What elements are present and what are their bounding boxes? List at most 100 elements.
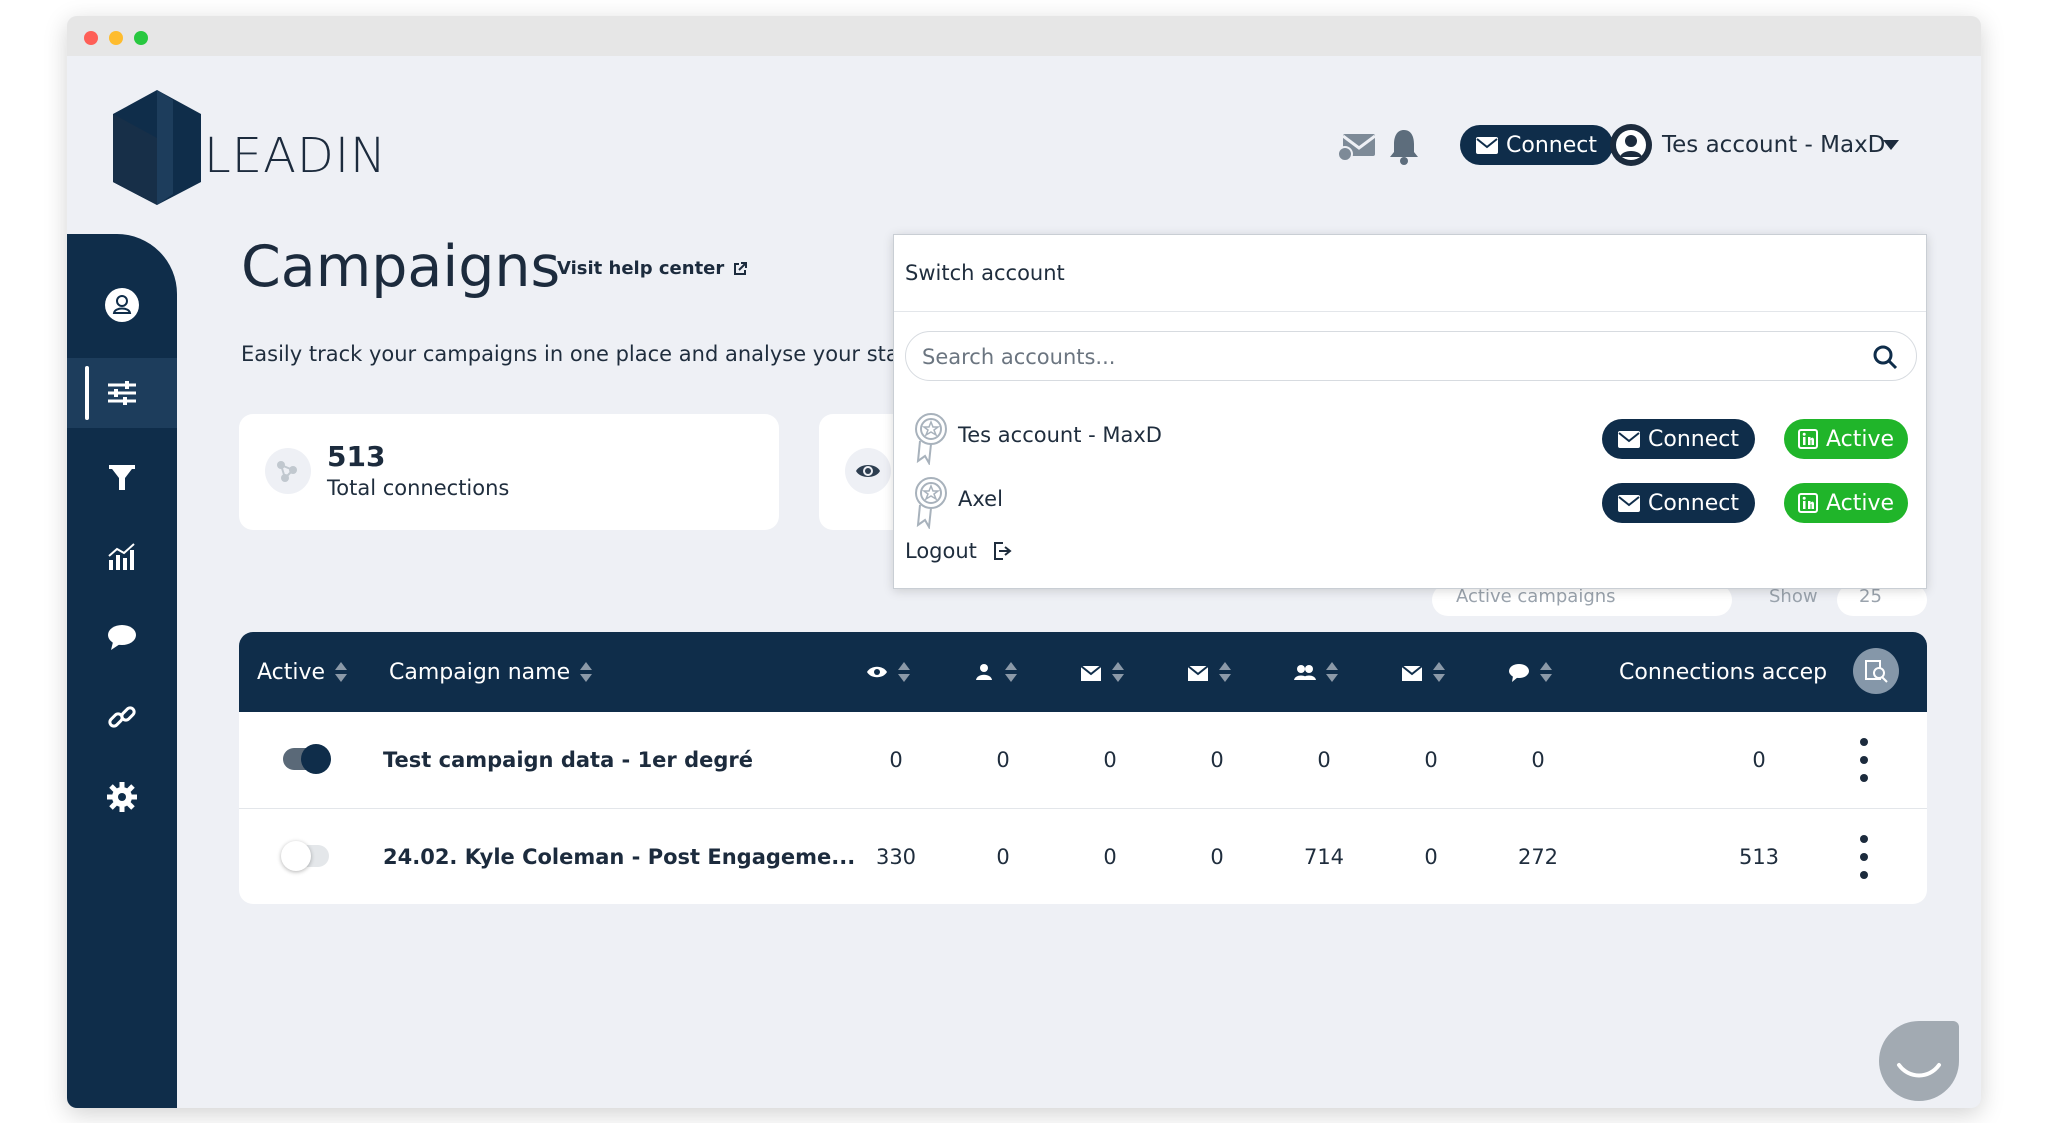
close-window-button[interactable]	[84, 31, 98, 45]
views-value: 0	[889, 748, 903, 772]
sort-icon	[898, 662, 910, 682]
account-search-input[interactable]	[920, 340, 1824, 374]
window-titlebar	[67, 16, 1981, 56]
envelope-icon	[1476, 136, 1498, 154]
maximize-window-button[interactable]	[134, 31, 148, 45]
linkedin-icon	[1798, 429, 1818, 449]
campaign-active-toggle[interactable]	[281, 841, 329, 871]
help-center-label: Visit help center	[557, 258, 725, 279]
dropdown-title: Switch account	[905, 261, 1065, 285]
sidebar-item-stats[interactable]	[67, 522, 177, 592]
stat-card-connections: 513 Total connections	[239, 414, 779, 530]
account-menu-trigger[interactable]: Tes account - MaxD	[1610, 124, 1885, 166]
sort-icon	[1433, 662, 1445, 682]
col-replies[interactable]	[1401, 632, 1445, 712]
sort-icon	[1005, 662, 1017, 682]
col-invites[interactable]	[973, 632, 1017, 712]
award-badge-icon	[915, 477, 947, 529]
invites-value: 0	[996, 845, 1010, 869]
campaign-filter-label: Active campaigns	[1456, 586, 1616, 607]
network-icon	[265, 448, 311, 494]
col-views[interactable]	[866, 632, 910, 712]
sidebar-item-links[interactable]	[67, 682, 177, 752]
col-messages-opened[interactable]	[1187, 632, 1231, 712]
handshake-icon	[976, 664, 992, 680]
logout-button[interactable]: Logout	[905, 539, 1013, 563]
logout-label: Logout	[905, 539, 977, 563]
table-row[interactable]: Test campaign data - 1er degré 0 0 0 0 0…	[239, 712, 1927, 808]
mail-connect-icon[interactable]	[1337, 130, 1377, 162]
header-connect-button[interactable]: Connect	[1460, 125, 1613, 165]
chevron-down-icon[interactable]	[1883, 140, 1899, 150]
sort-icon	[1540, 662, 1552, 682]
sort-icon	[580, 662, 593, 682]
account-active-button[interactable]: Active	[1784, 483, 1909, 523]
col-profiles[interactable]	[1294, 632, 1338, 712]
sidebar-item-funnel[interactable]	[67, 442, 177, 512]
comment-icon	[1509, 664, 1529, 682]
account-name: Tes account - MaxD	[1662, 132, 1886, 158]
link-icon	[108, 706, 136, 728]
app-window: LEADIN Connect Tes account - MaxD Campai…	[67, 16, 1981, 1108]
minimize-window-button[interactable]	[109, 31, 123, 45]
messages-opened-value: 0	[1210, 748, 1224, 772]
col-connections-accepted[interactable]: Connections accep	[1619, 632, 1827, 712]
support-chat-button[interactable]	[1879, 1021, 1959, 1101]
campaigns-table: Active Campaign name Connections accep T…	[239, 632, 1927, 904]
envelope-icon	[1618, 494, 1640, 512]
sidebar-item-profile[interactable]	[67, 270, 177, 340]
row-menu-icon[interactable]	[1859, 835, 1869, 879]
sort-icon	[1219, 662, 1231, 682]
gear-icon	[107, 782, 137, 812]
profiles-value: 714	[1303, 845, 1345, 869]
account-row[interactable]: Tes account - MaxD Connect Active	[894, 409, 1926, 471]
col-chats[interactable]	[1508, 632, 1552, 712]
replies-value: 0	[1424, 748, 1438, 772]
replies-value: 0	[1424, 845, 1438, 869]
total-connections-value: 513	[327, 440, 386, 473]
logout-icon	[993, 542, 1012, 560]
messages-opened-value: 0	[1210, 845, 1224, 869]
sidebar-item-settings[interactable]	[67, 762, 177, 832]
column-search-button[interactable]	[1853, 648, 1899, 694]
account-row[interactable]: Axel Connect Active	[894, 473, 1926, 535]
col-campaign-name[interactable]: Campaign name	[389, 632, 593, 712]
header-connect-label: Connect	[1506, 132, 1597, 158]
messages-sent-value: 0	[1103, 748, 1117, 772]
campaign-name[interactable]: Test campaign data - 1er degré	[383, 712, 753, 808]
account-connect-button[interactable]: Connect	[1602, 419, 1755, 459]
search-icon[interactable]	[1872, 344, 1898, 370]
table-header: Active Campaign name Connections accep	[239, 632, 1927, 712]
eye-icon	[867, 666, 887, 678]
search-list-icon	[1865, 660, 1888, 683]
campaign-name[interactable]: 24.02. Kyle Coleman - Post Engageme...	[383, 809, 855, 904]
chats-value: 0	[1531, 748, 1545, 772]
sidebar-item-messages[interactable]	[67, 602, 177, 672]
row-menu-icon[interactable]	[1859, 738, 1869, 782]
col-active[interactable]: Active	[257, 632, 348, 712]
sort-icon	[1112, 662, 1124, 682]
external-link-icon	[734, 261, 748, 275]
sidebar	[67, 234, 177, 1108]
col-messages-sent[interactable]	[1080, 632, 1124, 712]
account-connect-button[interactable]: Connect	[1602, 483, 1755, 523]
help-center-link[interactable]: Visit help center	[557, 258, 748, 279]
account-avatar-icon	[1610, 124, 1652, 166]
divider	[894, 311, 1926, 312]
account-name: Tes account - MaxD	[958, 423, 1162, 447]
profiles-value: 0	[1317, 748, 1331, 772]
switch-account-dropdown: Switch account Tes account - MaxD Connec…	[893, 234, 1927, 589]
funnel-icon	[109, 465, 135, 490]
sort-icon	[335, 662, 348, 682]
views-value: 330	[875, 845, 917, 869]
sidebar-item-campaigns[interactable]	[67, 358, 177, 428]
envelope-icon	[1618, 430, 1640, 448]
total-connections-label: Total connections	[327, 476, 510, 500]
connections-value: 513	[1738, 845, 1780, 869]
brand-name: LEADIN	[204, 128, 387, 184]
account-active-button[interactable]: Active	[1784, 419, 1909, 459]
table-row[interactable]: 24.02. Kyle Coleman - Post Engageme... 3…	[239, 808, 1927, 904]
page-subtitle: Easily track your campaigns in one place…	[241, 342, 899, 366]
campaign-active-toggle[interactable]	[283, 744, 331, 774]
bell-icon[interactable]	[1387, 126, 1421, 166]
